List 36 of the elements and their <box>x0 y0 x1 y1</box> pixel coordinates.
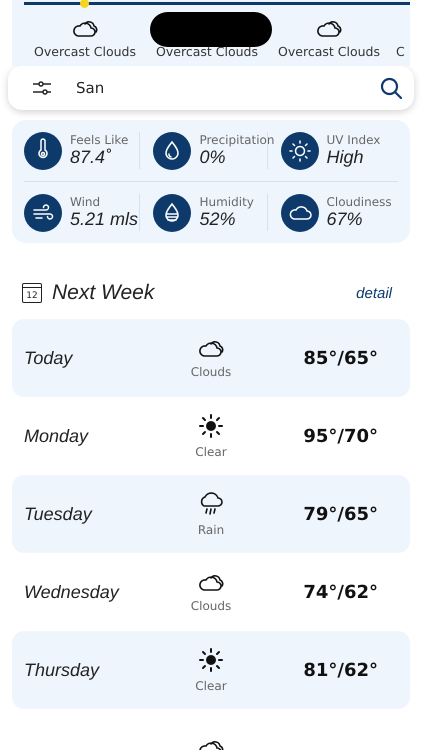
stat-label: Wind <box>70 195 102 209</box>
day-condition: Rain <box>198 523 224 537</box>
day-condition: Clouds <box>190 599 232 613</box>
stat-label: Precipitation <box>199 133 274 147</box>
stat-value: High <box>326 147 365 168</box>
hourly-condition: C <box>396 44 405 59</box>
stat-label: UV Index <box>326 133 380 147</box>
temperature-range: 85°/65° <box>303 348 378 368</box>
hourly-condition: Overcast Clouds <box>278 44 380 59</box>
stat-value: 5.21 mls <box>70 209 138 230</box>
day-condition: Clear <box>195 679 227 693</box>
search-input[interactable]: San <box>74 78 358 98</box>
section-title: Next Week <box>52 281 156 305</box>
day-condition: Clear <box>195 445 227 459</box>
day-name: Monday <box>24 426 90 446</box>
day-name: Thursday <box>24 660 101 680</box>
day-name: Tuesday <box>24 504 94 524</box>
calendar-icon: 12 <box>22 283 42 303</box>
temperature-range: 81°/62° <box>303 660 378 680</box>
day-condition: Clouds <box>190 365 232 379</box>
search-bar[interactable]: San <box>8 66 414 110</box>
day-name: Wednesday <box>24 582 120 602</box>
stat-value: 0% <box>199 147 226 168</box>
stat-label: Feels Like <box>70 133 128 147</box>
stat-value: 67% <box>326 209 364 230</box>
hourly-condition: Overcast Clouds <box>156 44 258 59</box>
detail-link[interactable]: detail <box>356 284 392 302</box>
stat-value: 52% <box>199 209 237 230</box>
temperature-range: 95°/70° <box>303 426 378 446</box>
temperature-range: 74°/62° <box>303 582 378 602</box>
hourly-condition: Overcast Clouds <box>34 44 136 59</box>
stat-label: Cloudiness <box>326 195 392 209</box>
stat-value: 87.4˚ <box>70 147 112 168</box>
day-name: Today <box>24 348 74 368</box>
temperature-range: 79°/65° <box>303 504 378 524</box>
stat-label: Humidity <box>199 195 254 209</box>
